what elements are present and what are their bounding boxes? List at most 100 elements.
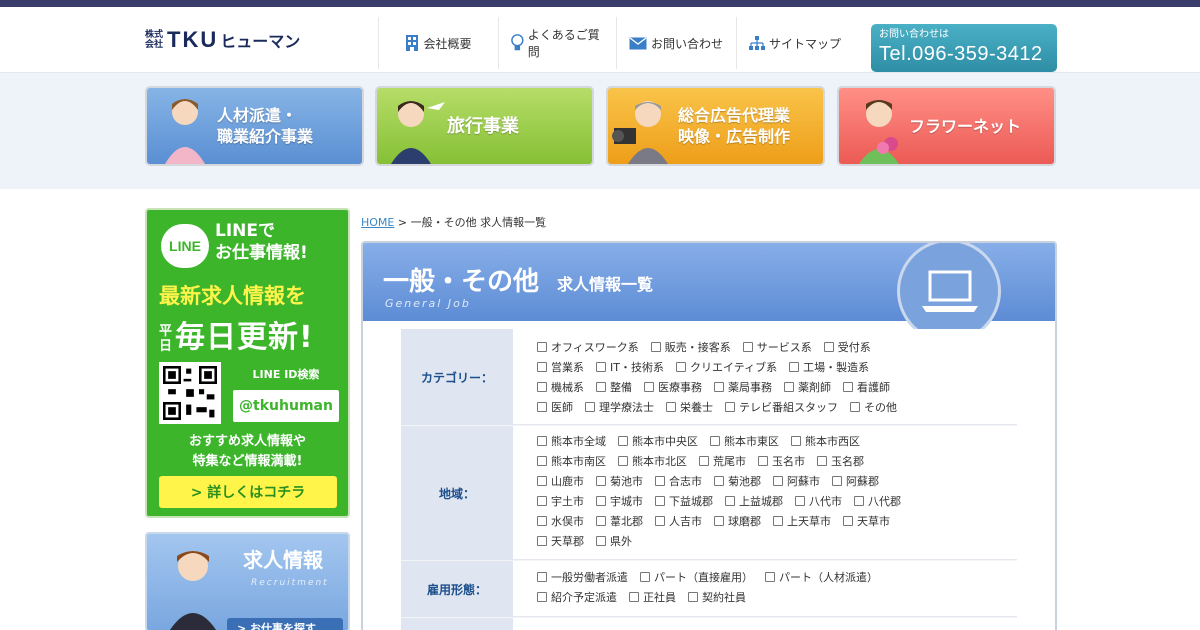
category-checkbox[interactable]: その他	[850, 399, 897, 415]
area-checkbox[interactable]: 玉名市	[758, 453, 805, 469]
checkbox-box[interactable]	[843, 382, 853, 392]
checkbox-box[interactable]	[585, 402, 595, 412]
area-checkbox[interactable]: 宇城市	[596, 493, 643, 509]
category-checkbox[interactable]: IT・技術系	[596, 359, 664, 375]
checkbox-box[interactable]	[537, 572, 547, 582]
nav-sitemap[interactable]: サイトマップ	[736, 17, 856, 69]
checkbox-box[interactable]	[537, 592, 547, 602]
checkbox-box[interactable]	[675, 362, 686, 372]
checkbox-box[interactable]	[832, 476, 842, 486]
checkbox-box[interactable]	[537, 402, 547, 412]
category-checkbox[interactable]: テレビ番組スタッフ	[725, 399, 838, 415]
area-checkbox[interactable]: 熊本市西区	[791, 433, 860, 449]
banner-staffing[interactable]: 人材派遣・ 職業紹介事業	[145, 86, 364, 166]
area-checkbox[interactable]: 葦北郡	[596, 513, 643, 529]
checkbox-box[interactable]	[817, 456, 827, 466]
category-checkbox[interactable]: クリエイティブ系	[675, 359, 777, 375]
employment-checkbox[interactable]: 契約社員	[688, 589, 746, 605]
checkbox-box[interactable]	[823, 342, 834, 352]
area-checkbox[interactable]: 菊池郡	[714, 473, 761, 489]
area-checkbox[interactable]: 天草市	[843, 513, 890, 529]
checkbox-box[interactable]	[618, 436, 628, 446]
checkbox-box[interactable]	[725, 402, 735, 412]
checkbox-box[interactable]	[644, 382, 654, 392]
area-checkbox[interactable]: 熊本市北区	[618, 453, 687, 469]
checkbox-box[interactable]	[537, 342, 547, 352]
checkbox-box[interactable]	[765, 572, 775, 582]
employment-checkbox[interactable]: 一般労働者派遣	[537, 569, 628, 585]
checkbox-box[interactable]	[655, 516, 665, 526]
area-checkbox[interactable]: 八代郡	[854, 493, 901, 509]
banner-flower-net[interactable]: フラワーネット	[837, 86, 1056, 166]
checkbox-box[interactable]	[537, 476, 547, 486]
area-checkbox[interactable]: 熊本市中央区	[618, 433, 698, 449]
area-checkbox[interactable]: 宇土市	[537, 493, 584, 509]
checkbox-box[interactable]	[789, 362, 800, 372]
area-checkbox[interactable]: 玉名郡	[817, 453, 864, 469]
checkbox-box[interactable]	[596, 536, 606, 546]
checkbox-box[interactable]	[854, 496, 864, 506]
category-checkbox[interactable]: サービス系	[742, 339, 812, 355]
area-checkbox[interactable]: 熊本市東区	[710, 433, 779, 449]
area-checkbox[interactable]: 阿蘇郡	[832, 473, 879, 489]
checkbox-box[interactable]	[666, 402, 676, 412]
checkbox-box[interactable]	[655, 496, 665, 506]
checkbox-box[interactable]	[537, 382, 547, 392]
checkbox-box[interactable]	[537, 456, 547, 466]
category-checkbox[interactable]: 薬剤師	[784, 379, 831, 395]
checkbox-box[interactable]	[843, 516, 853, 526]
line-promo-banner[interactable]: LINE LINEで お仕事情報! 最新求人情報を 平日毎日更新! LINE I…	[145, 208, 350, 518]
checkbox-box[interactable]	[537, 362, 547, 372]
checkbox-box[interactable]	[699, 456, 709, 466]
checkbox-box[interactable]	[725, 496, 735, 506]
employment-checkbox[interactable]: 正社員	[629, 589, 676, 605]
area-checkbox[interactable]: 下益城郡	[655, 493, 713, 509]
checkbox-box[interactable]	[596, 496, 606, 506]
checkbox-box[interactable]	[784, 382, 794, 392]
area-checkbox[interactable]: 人吉市	[655, 513, 702, 529]
breadcrumb-home-link[interactable]: HOME	[361, 216, 394, 229]
employment-checkbox[interactable]: パート（人材派遣）	[765, 569, 878, 585]
category-checkbox[interactable]: 医師	[537, 399, 573, 415]
employment-checkbox[interactable]: パート（直接雇用）	[640, 569, 753, 585]
checkbox-box[interactable]	[758, 456, 768, 466]
category-checkbox[interactable]: 受付系	[823, 339, 871, 355]
checkbox-box[interactable]	[629, 592, 639, 602]
area-checkbox[interactable]: 菊池市	[596, 473, 643, 489]
area-checkbox[interactable]: 山鹿市	[537, 473, 584, 489]
area-checkbox[interactable]: 熊本市全域	[537, 433, 606, 449]
checkbox-box[interactable]	[655, 476, 665, 486]
category-checkbox[interactable]: 栄養士	[666, 399, 713, 415]
checkbox-box[interactable]	[773, 476, 783, 486]
category-checkbox[interactable]: 工場・製造系	[789, 359, 869, 375]
area-checkbox[interactable]: 阿蘇市	[773, 473, 820, 489]
area-checkbox[interactable]: 八代市	[795, 493, 842, 509]
category-checkbox[interactable]: 整備	[596, 379, 632, 395]
category-checkbox[interactable]: オフィスワーク系	[537, 339, 639, 355]
checkbox-box[interactable]	[596, 362, 606, 372]
site-logo[interactable]: 株式 会社 TKU ヒューマン	[145, 27, 300, 53]
area-checkbox[interactable]: 熊本市南区	[537, 453, 606, 469]
category-checkbox[interactable]: 機械系	[537, 379, 584, 395]
area-checkbox[interactable]: 荒尾市	[699, 453, 746, 469]
banner-advertising[interactable]: 総合広告代理業 映像・広告制作	[606, 86, 825, 166]
category-checkbox[interactable]: 理学療法士	[585, 399, 654, 415]
checkbox-box[interactable]	[650, 342, 661, 352]
area-checkbox[interactable]: 上天草市	[773, 513, 831, 529]
checkbox-box[interactable]	[791, 436, 801, 446]
checkbox-box[interactable]	[596, 382, 606, 392]
checkbox-box[interactable]	[537, 516, 547, 526]
area-checkbox[interactable]: 県外	[596, 533, 632, 549]
area-checkbox[interactable]: 水俣市	[537, 513, 584, 529]
category-checkbox[interactable]: 営業系	[537, 359, 584, 375]
nav-company[interactable]: 会社概要	[378, 17, 498, 69]
checkbox-box[interactable]	[714, 516, 724, 526]
line-details-button[interactable]: > 詳しくはコチラ	[159, 476, 337, 508]
checkbox-box[interactable]	[850, 402, 860, 412]
checkbox-box[interactable]	[596, 476, 606, 486]
find-job-button[interactable]: > お仕事を探す	[227, 618, 343, 630]
checkbox-box[interactable]	[710, 436, 720, 446]
category-checkbox[interactable]: 看護師	[843, 379, 890, 395]
checkbox-box[interactable]	[742, 342, 753, 352]
checkbox-box[interactable]	[618, 456, 628, 466]
